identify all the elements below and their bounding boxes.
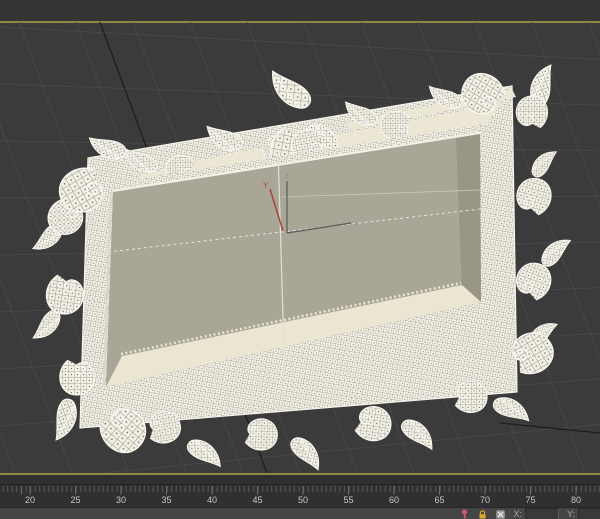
timeline-tick-label: 20 — [24, 495, 36, 505]
timeline-tick-label: 25 — [70, 495, 81, 505]
x-coordinate-input[interactable] — [524, 508, 559, 519]
timeline-tick-label: 55 — [343, 495, 354, 505]
timeline-tick-label: 65 — [434, 495, 445, 505]
y-coordinate-input[interactable] — [578, 508, 600, 519]
timeline-ruler[interactable]: 20 25 30 35 40 45 50 55 60 65 70 75 80 — [0, 484, 600, 508]
y-coordinate-label: Y: — [566, 509, 575, 519]
viewport-bottom-margin — [0, 475, 600, 484]
set-key-icon[interactable] — [459, 508, 470, 519]
selection-lock-icon[interactable] — [477, 509, 488, 519]
active-viewport-border-top — [0, 21, 600, 23]
z-axis-label: z — [285, 173, 289, 180]
absolute-mode-icon[interactable] — [495, 509, 506, 519]
viewport-canvas[interactable]: z x Y — [0, 0, 600, 484]
timeline-ticks — [0, 486, 600, 495]
timeline-tick-label: 70 — [479, 495, 491, 505]
timeline-tick-label: 60 — [388, 495, 400, 505]
y-axis-label: Y — [263, 181, 269, 190]
3d-app-window: { "viewport": { "gizmo": { "x_label": "x… — [0, 0, 600, 519]
x-coordinate-label: X: — [513, 509, 522, 519]
status-bar: X: Y: — [0, 507, 600, 519]
timeline-tick-label: 40 — [206, 495, 218, 505]
viewport-top-margin — [0, 0, 600, 21]
timeline-tick-label: 30 — [115, 495, 127, 505]
x-axis-label: x — [354, 221, 358, 228]
timeline-tick-label: 75 — [525, 495, 536, 505]
timeline-tick-label: 50 — [297, 495, 309, 505]
timeline-tick-label: 45 — [252, 495, 263, 505]
timeline-tick-label: 35 — [161, 495, 172, 505]
timeline-tick-label: 80 — [570, 495, 582, 505]
active-viewport-border-bottom — [0, 473, 600, 475]
